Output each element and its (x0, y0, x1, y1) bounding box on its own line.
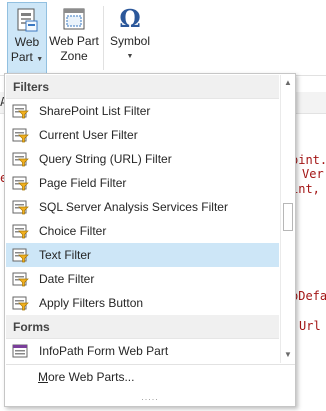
web-part-zone-label-line1: Web Part (49, 34, 99, 48)
group-header-forms: Forms (6, 315, 279, 339)
menu-item-text-filter[interactable]: Text Filter (6, 243, 279, 267)
web-part-zone-icon (63, 8, 85, 30)
infopath-form-icon (12, 344, 28, 358)
filter-web-part-icon (12, 176, 29, 191)
more-web-parts-label: More Web Parts... (38, 370, 135, 384)
filter-web-part-icon (12, 272, 29, 287)
menu-item-query-string-url-filter[interactable]: Query String (URL) Filter (6, 147, 279, 171)
menu-item-label: Date Filter (39, 272, 95, 286)
resize-grip-icon[interactable]: ..... (5, 392, 295, 404)
web-part-icon (17, 8, 38, 32)
omega-icon: Ω (119, 4, 141, 33)
web-part-label-line1: Web (14, 35, 40, 49)
menu-item-sql-server-analysis-services-filter[interactable]: SQL Server Analysis Services Filter (6, 195, 279, 219)
web-part-button[interactable]: Web Part ▼ (7, 2, 47, 74)
menu-item-current-user-filter[interactable]: Current User Filter (6, 123, 279, 147)
menu-item-label: InfoPath Form Web Part (39, 344, 169, 358)
menu-item-sharepoint-list-filter[interactable]: SharePoint List Filter (6, 99, 279, 123)
menu-item-apply-filters-button[interactable]: Apply Filters Button (6, 291, 279, 315)
menu-item-label: SQL Server Analysis Services Filter (39, 200, 228, 214)
editor-fragment: Ver (302, 167, 324, 181)
filter-web-part-icon (12, 152, 29, 167)
menu-item-date-filter[interactable]: Date Filter (6, 267, 279, 291)
menu-item-label: SharePoint List Filter (39, 104, 151, 118)
scrollbar-thumb[interactable] (283, 203, 293, 231)
web-part-zone-button[interactable]: Web Part Zone (49, 2, 99, 74)
menu-item-choice-filter[interactable]: Choice Filter (6, 219, 279, 243)
filter-web-part-icon (12, 200, 29, 215)
menu-item-label: Apply Filters Button (39, 296, 144, 310)
editor-fragment: Url (299, 319, 321, 333)
scroll-down-arrow-icon[interactable]: ▼ (281, 347, 295, 363)
menu-item-label: Query String (URL) Filter (39, 152, 172, 166)
menu-item-infopath-form-web-part[interactable]: InfoPath Form Web Part (6, 339, 279, 363)
chevron-down-icon: ▼ (36, 56, 44, 63)
editor-fragment: oint. (291, 153, 326, 167)
group-header-filters: Filters (6, 75, 279, 99)
filter-web-part-icon (12, 224, 29, 239)
menu-item-label: Choice Filter (39, 224, 107, 238)
symbol-button[interactable]: Ω Symbol ▼ (107, 2, 153, 74)
menu-item-page-field-filter[interactable]: Page Field Filter (6, 171, 279, 195)
filter-web-part-icon (12, 128, 29, 143)
symbol-label: Symbol (109, 34, 150, 48)
menu-item-label: Page Field Filter (39, 176, 127, 190)
filter-web-part-icon (12, 104, 29, 119)
menu-scrollbar[interactable]: ▲ ▼ (280, 75, 295, 363)
scroll-up-arrow-icon[interactable]: ▲ (281, 75, 295, 91)
filter-web-part-icon (12, 248, 29, 263)
menu-list: Filters SharePoint List Filter Current U… (6, 75, 279, 363)
ribbon: Web Part ▼ Web Part Zone Ω Symbol ▼ (0, 0, 326, 76)
chevron-down-icon: ▼ (126, 53, 134, 60)
more-web-parts-link[interactable]: More Web Parts... (6, 364, 295, 390)
web-part-dropdown-menu: Filters SharePoint List Filter Current U… (4, 73, 296, 407)
web-part-zone-label-line2: Zone (60, 49, 88, 63)
filter-web-part-icon (12, 296, 29, 311)
menu-item-label: Text Filter (39, 248, 92, 262)
editor-fragment: oDefa (291, 289, 326, 303)
ribbon-separator (103, 6, 104, 70)
web-part-label-line2: Part ▼ (10, 50, 44, 64)
menu-item-label: Current User Filter (39, 128, 138, 142)
